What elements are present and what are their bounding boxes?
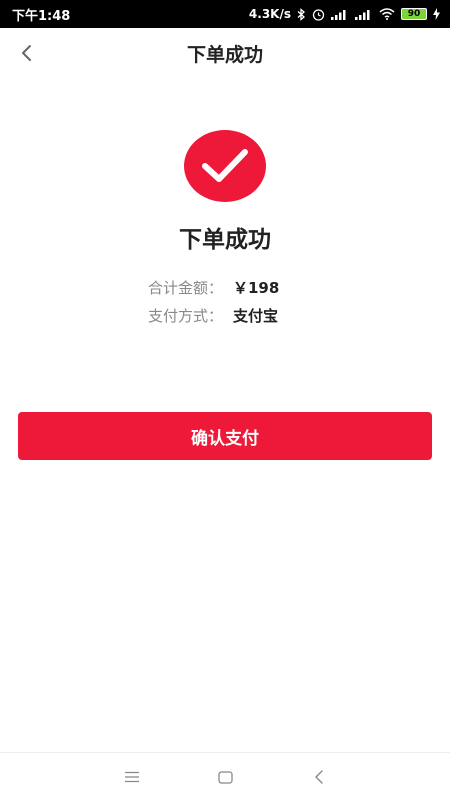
chevron-left-icon: [22, 45, 31, 61]
check-icon: [202, 149, 248, 182]
nav-bar: 下单成功: [0, 28, 450, 78]
battery-icon: 90: [401, 8, 427, 20]
back-icon: [315, 770, 323, 784]
total-value: ￥198: [233, 278, 280, 297]
signal-hd-icon: [355, 9, 373, 20]
system-back-button[interactable]: [309, 767, 329, 787]
payment-method-label: 支付方式：: [147, 306, 223, 325]
wifi-icon: [379, 8, 395, 20]
status-icons: 4.3K/s 90: [249, 7, 440, 21]
payment-method-value: 支付宝: [233, 306, 279, 325]
total-row: 合计金额： ￥198: [0, 275, 450, 299]
home-button[interactable]: [215, 767, 235, 787]
home-icon: [217, 770, 233, 784]
charging-icon: [433, 8, 440, 20]
page-title: 下单成功: [186, 43, 263, 66]
back-button[interactable]: [14, 40, 40, 66]
status-bar: 下午1:48 4.3K/s 90: [0, 0, 450, 28]
success-title: 下单成功: [179, 227, 271, 253]
bluetooth-icon: [297, 7, 306, 21]
alarm-icon: [312, 8, 325, 21]
screen: 下午1:48 4.3K/s 90 下单成功 下单成功 合计金额： ￥198 支付…: [0, 0, 450, 800]
menu-icon: [125, 771, 139, 783]
signal-icon: [331, 9, 349, 20]
system-nav-bar: [0, 752, 450, 800]
status-time: 下午1:48: [12, 8, 71, 24]
menu-button[interactable]: [122, 767, 142, 787]
total-label: 合计金额：: [147, 278, 223, 297]
network-speed: 4.3K/s: [248, 7, 291, 21]
confirm-payment-button[interactable]: 确认支付: [18, 412, 432, 460]
payment-method-row: 支付方式： 支付宝: [0, 303, 450, 327]
success-badge: [184, 130, 266, 202]
